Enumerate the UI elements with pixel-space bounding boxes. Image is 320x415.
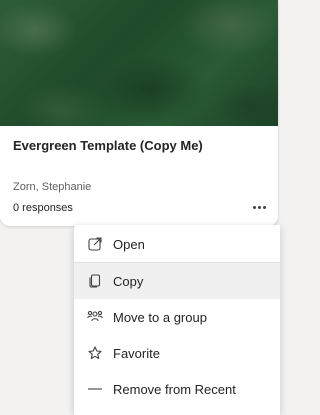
- menu-item-move-to-group[interactable]: Move to a group: [74, 299, 280, 335]
- people-group-icon: [87, 309, 103, 325]
- card-title: Evergreen Template (Copy Me): [13, 138, 203, 153]
- card-responses: 0 responses: [13, 202, 73, 214]
- context-menu: Open Copy Move to a group Favorite Remov…: [74, 225, 280, 415]
- menu-item-open[interactable]: Open: [74, 226, 280, 262]
- copy-icon: [87, 273, 103, 289]
- more-options-button[interactable]: [250, 199, 268, 215]
- open-icon: [87, 236, 103, 252]
- card-owner: Zorn, Stephanie: [13, 181, 92, 193]
- menu-item-label: Remove from Recent: [113, 381, 236, 397]
- menu-item-copy[interactable]: Copy: [74, 263, 280, 299]
- menu-item-remove-from-recent[interactable]: Remove from Recent: [74, 371, 280, 407]
- card-cover-image: [0, 0, 278, 126]
- star-icon: [87, 345, 103, 361]
- menu-item-label: Open: [113, 236, 145, 252]
- menu-item-label: Move to a group: [113, 309, 207, 325]
- menu-item-favorite[interactable]: Favorite: [74, 335, 280, 371]
- minus-icon: [87, 381, 103, 397]
- menu-item-label: Favorite: [113, 345, 160, 361]
- form-card[interactable]: Evergreen Template (Copy Me) Zorn, Steph…: [0, 0, 278, 226]
- more-horizontal-icon: [252, 205, 256, 209]
- menu-item-label: Copy: [113, 273, 144, 289]
